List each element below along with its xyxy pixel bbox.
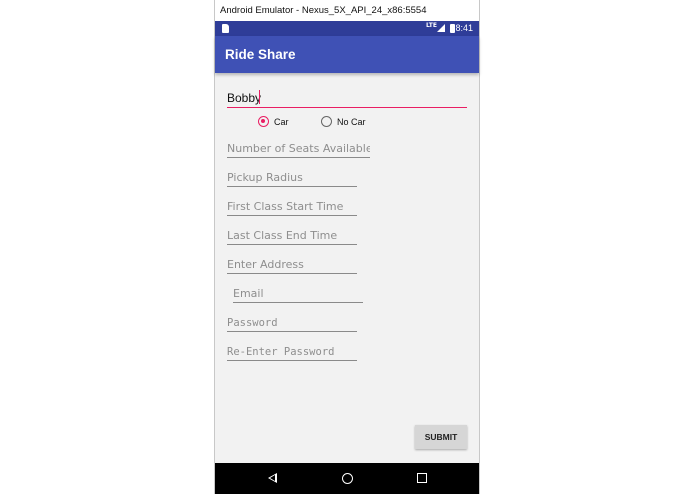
- reenter-password-input[interactable]: [227, 343, 357, 361]
- address-input[interactable]: [227, 256, 357, 274]
- submit-button[interactable]: SUBMIT: [415, 425, 467, 449]
- signal-icon: [437, 24, 445, 32]
- last-class-end-input[interactable]: [227, 227, 357, 245]
- car-radio[interactable]: Car: [258, 116, 289, 127]
- sd-card-icon: [222, 24, 229, 33]
- radio-selected-icon: [258, 116, 269, 127]
- seats-input[interactable]: [227, 140, 370, 158]
- pickup-radius-input[interactable]: [227, 169, 357, 187]
- car-radio-label: Car: [274, 116, 289, 127]
- emulator-window: Android Emulator - Nexus_5X_API_24_x86:5…: [214, 0, 480, 494]
- home-icon[interactable]: [342, 473, 353, 484]
- status-bar: LTE 8:41: [215, 21, 479, 36]
- battery-icon: [450, 24, 455, 33]
- text-cursor: [259, 90, 260, 104]
- no-car-radio-label: No Car: [337, 116, 366, 127]
- radio-unselected-icon: [321, 116, 332, 127]
- name-input[interactable]: [227, 88, 467, 108]
- recents-icon[interactable]: [417, 473, 427, 483]
- no-car-radio[interactable]: No Car: [321, 116, 366, 127]
- back-icon[interactable]: [268, 473, 277, 483]
- network-type: LTE: [425, 22, 437, 29]
- first-class-start-input[interactable]: [227, 198, 357, 216]
- signup-form: Car No Car SUBMIT: [215, 73, 479, 463]
- app-title: Ride Share: [225, 47, 296, 62]
- status-time: 8:41: [455, 23, 473, 33]
- navigation-bar: [215, 463, 479, 494]
- app-bar: Ride Share: [215, 36, 479, 73]
- password-input[interactable]: [227, 314, 357, 332]
- window-title: Android Emulator - Nexus_5X_API_24_x86:5…: [215, 0, 479, 21]
- email-input[interactable]: [233, 285, 363, 303]
